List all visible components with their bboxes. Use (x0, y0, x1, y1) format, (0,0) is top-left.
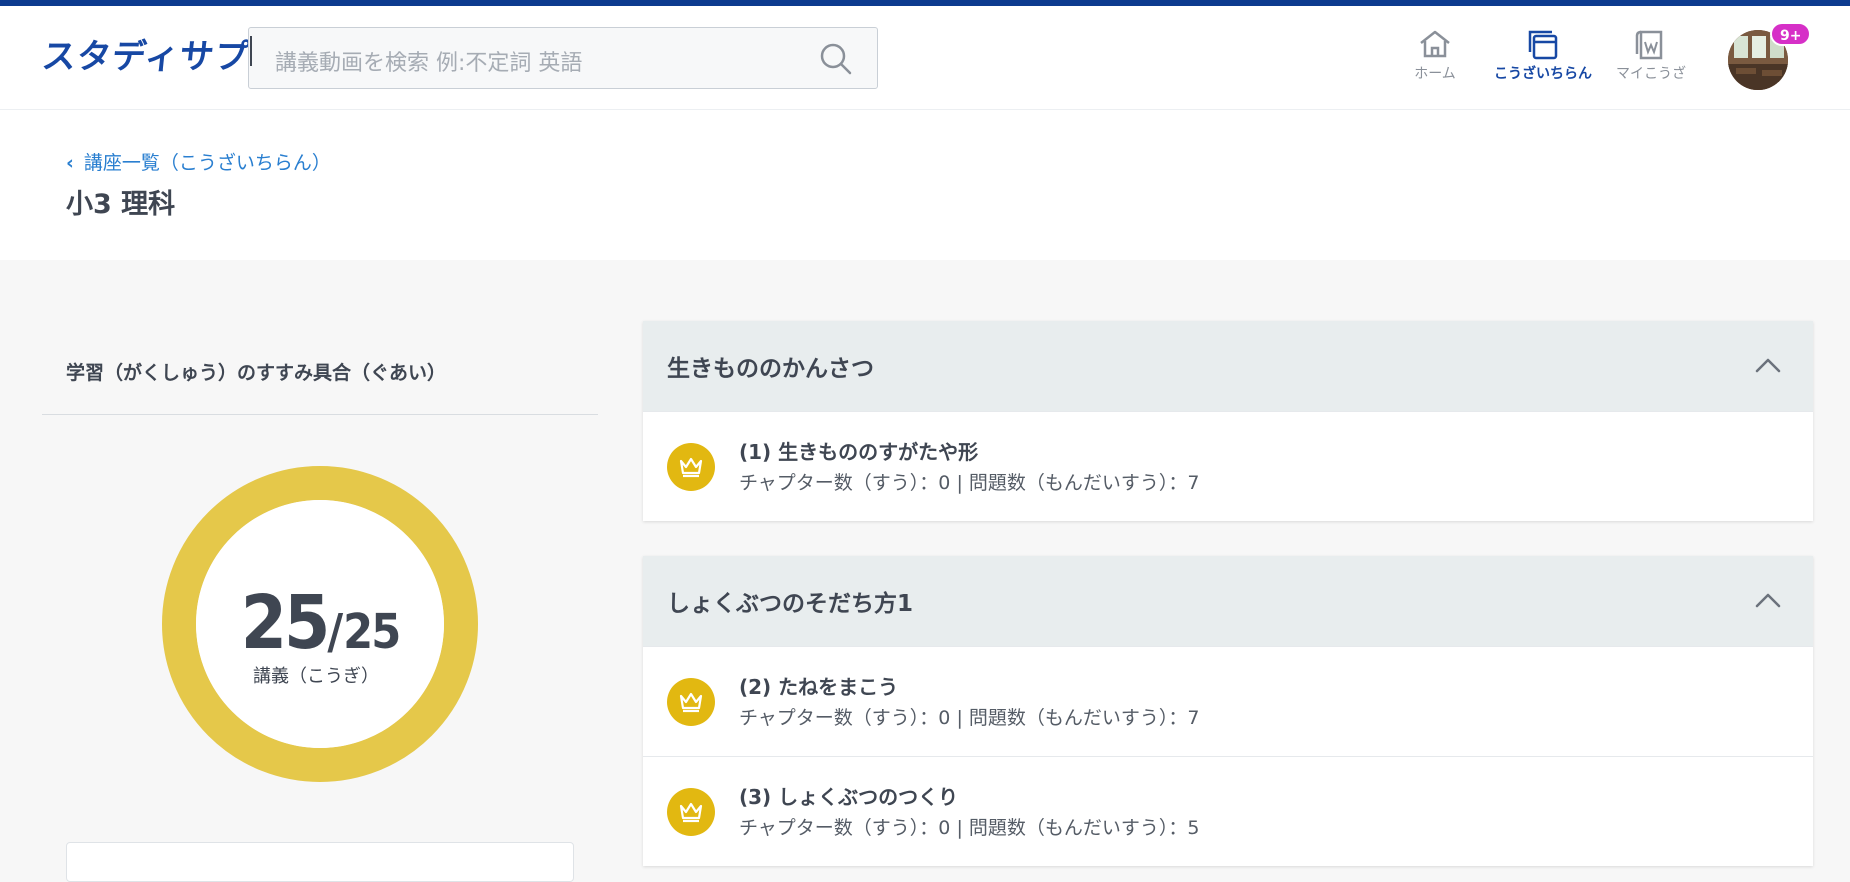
chapter-card: しょくぶつのそだち方1 (2) たねをまこう チャプター数（すう）：0 | 問題… (643, 556, 1813, 866)
lesson-title: (2) たねをまこう (739, 675, 899, 699)
crown-icon (679, 692, 703, 713)
nav-my-course-label: マイこうざ (1616, 66, 1686, 82)
my-course-icon (1635, 30, 1663, 60)
lesson-meta: チャプター数（すう）：0 | 問題数（もんだいすう）：7 (739, 707, 1200, 729)
search-placeholder: 講義動画を検索 例:不定詞 英語 (275, 51, 583, 76)
nav-home[interactable]: ホーム (1380, 28, 1490, 92)
chevron-up-icon[interactable] (1753, 586, 1783, 616)
app-header: スタディサプリ 講義動画を検索 例:不定詞 英語 ホーム こうざいちらん マイこ… (0, 6, 1850, 110)
course-header: ‹ 講座一覧（こうざいちらん） 小3 理科 (0, 110, 1850, 260)
progress-panel: 学習（がくしゅう）のすすみ具合（ぐあい） 25/25 講義（こうぎ） (42, 340, 598, 882)
progress-heading: 学習（がくしゅう）のすすみ具合（ぐあい） (66, 362, 447, 384)
crown-icon (679, 802, 703, 823)
crown-icon (679, 457, 703, 478)
crown-badge (667, 443, 715, 491)
notification-badge[interactable]: 9+ (1770, 22, 1812, 46)
chevron-up-icon[interactable] (1753, 351, 1783, 381)
secondary-card (66, 842, 574, 882)
text-cursor (250, 36, 252, 66)
nav-course-list[interactable]: こうざいちらん (1488, 28, 1598, 92)
nav-my-course[interactable]: マイこうざ (1596, 28, 1706, 92)
progress-count: 25/25 (42, 580, 598, 666)
breadcrumb-link[interactable]: 講座一覧（こうざいちらん） (84, 152, 331, 174)
chapter-header[interactable]: しょくぶつのそだち方1 (643, 556, 1813, 646)
chapter-title: しょくぶつのそだち方1 (667, 591, 914, 617)
lesson-title: (3) しょくぶつのつくり (739, 785, 959, 809)
chevron-left-icon: ‹ (66, 152, 74, 174)
lesson-title: (1) 生きもののすがたや形 (739, 440, 979, 464)
chapter-title: 生きもののかんさつ (667, 356, 874, 382)
crown-badge (667, 788, 715, 836)
completed-count: 25 (240, 580, 331, 666)
lesson-item[interactable]: (3) しょくぶつのつくり チャプター数（すう）：0 | 問題数（もんだいすう）… (643, 756, 1813, 866)
search-icon[interactable] (819, 42, 853, 76)
search-input[interactable]: 講義動画を検索 例:不定詞 英語 (248, 27, 878, 89)
chapter-header[interactable]: 生きもののかんさつ (643, 321, 1813, 411)
chapter-card: 生きもののかんさつ (1) 生きもののすがたや形 チャプター数（すう）：0 | … (643, 321, 1813, 521)
home-icon (1420, 30, 1450, 58)
breadcrumb[interactable]: ‹ 講座一覧（こうざいちらん） (66, 148, 331, 175)
nav-home-label: ホーム (1414, 66, 1456, 82)
lesson-meta: チャプター数（すう）：0 | 問題数（もんだいすう）：5 (739, 817, 1200, 839)
lesson-item[interactable]: (1) 生きもののすがたや形 チャプター数（すう）：0 | 問題数（もんだいすう… (643, 411, 1813, 521)
count-separator: / (327, 604, 344, 660)
crown-badge (667, 678, 715, 726)
lesson-meta: チャプター数（すう）：0 | 問題数（もんだいすう）：7 (739, 472, 1200, 494)
total-count: 25 (343, 604, 401, 660)
divider (42, 414, 598, 415)
nav-course-list-label: こうざいちらん (1494, 66, 1592, 82)
page-title: 小3 理科 (66, 189, 176, 220)
lesson-item[interactable]: (2) たねをまこう チャプター数（すう）：0 | 問題数（もんだいすう）：7 (643, 646, 1813, 756)
course-list-icon (1528, 30, 1558, 60)
progress-unit-label: 講義（こうぎ） (253, 666, 379, 687)
